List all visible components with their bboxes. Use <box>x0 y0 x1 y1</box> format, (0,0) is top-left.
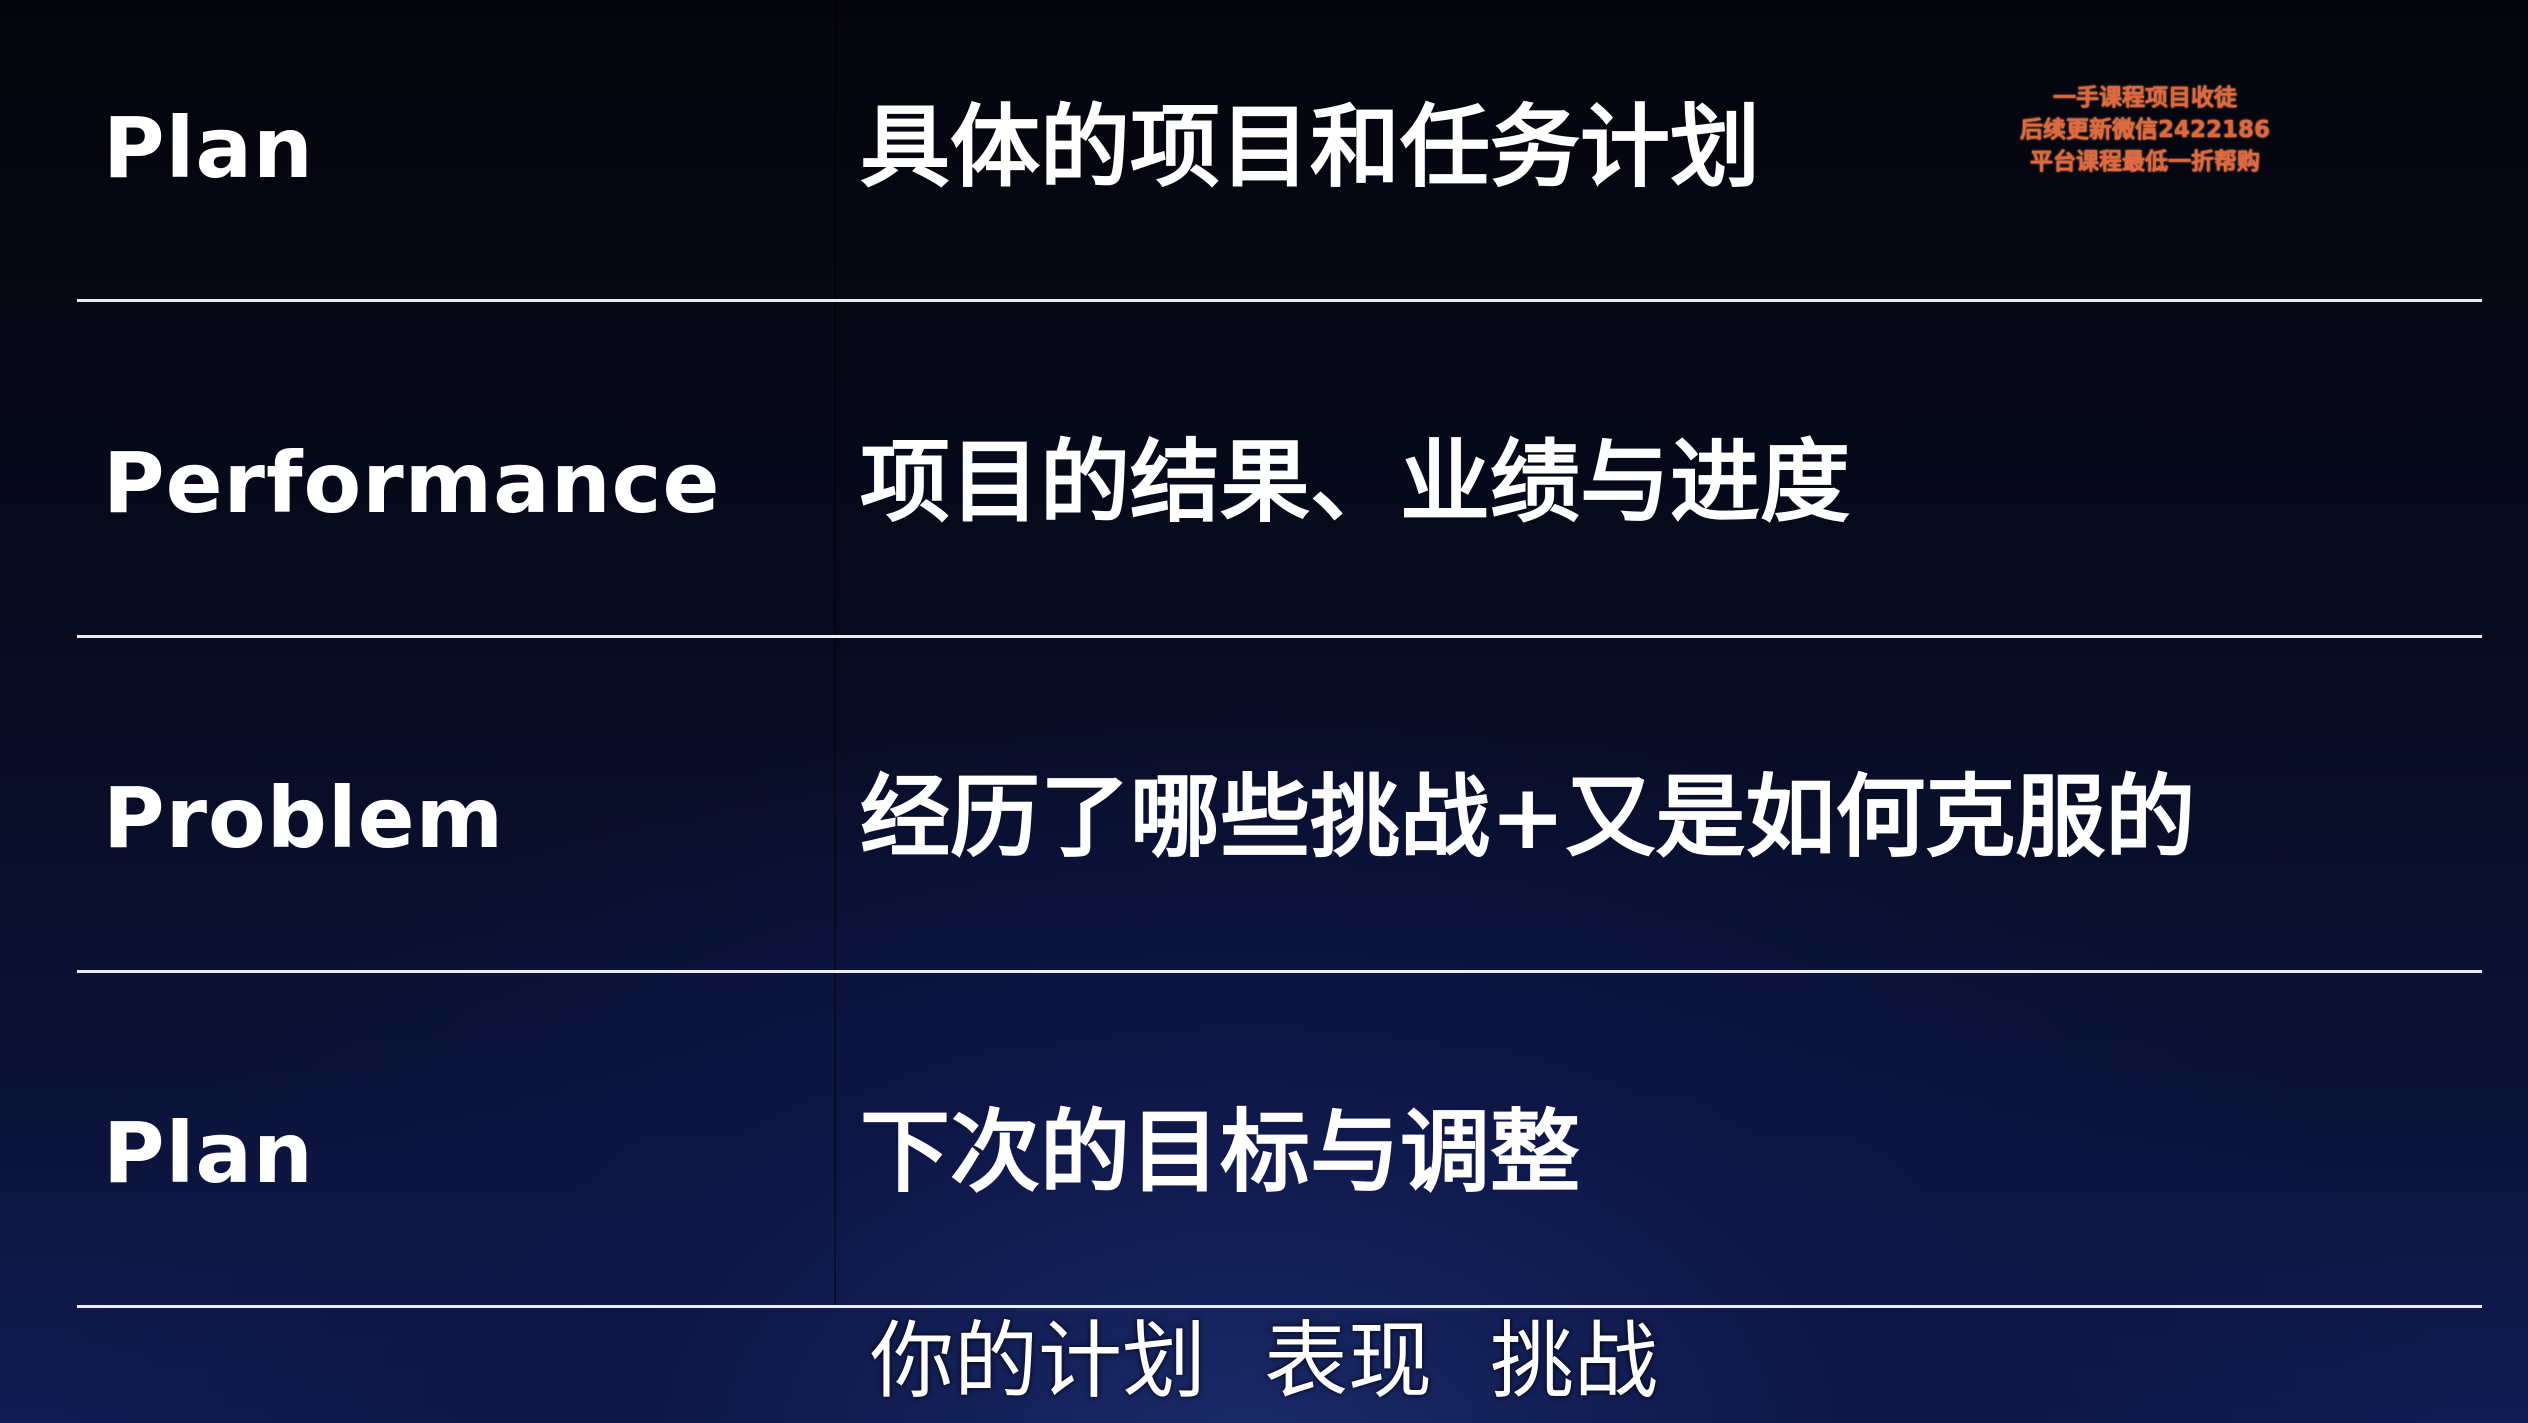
table-row: Performance 项目的结果、业绩与进度 <box>0 413 2528 553</box>
subtitle-part: 表现 <box>1263 1312 1432 1410</box>
row-term: Plan <box>103 1104 314 1202</box>
watermark-line: 平台课程最低一折帮购 <box>2030 149 2260 175</box>
row-description: 经历了哪些挑战+又是如何克服的 <box>860 765 2196 870</box>
table-row: Problem 经历了哪些挑战+又是如何克服的 <box>0 748 2528 888</box>
video-subtitle: 你的计划 表现 挑战 <box>0 1306 2528 1423</box>
row-description: 下次的目标与调整 <box>860 1100 1580 1205</box>
subtitle-part: 挑战 <box>1490 1312 1659 1410</box>
watermark-line: 一手课程项目收徒 <box>2053 85 2237 111</box>
row-description: 项目的结果、业绩与进度 <box>860 430 1850 535</box>
subtitle-part: 你的计划 <box>869 1312 1206 1410</box>
table-row: Plan 下次的目标与调整 <box>0 1083 2528 1223</box>
row-term: Problem <box>103 769 505 867</box>
row-description: 具体的项目和任务计划 <box>860 95 1760 200</box>
row-term: Performance <box>103 434 721 532</box>
watermark-line: 后续更新微信2422186 <box>2019 117 2271 143</box>
watermark: 一手课程项目收徒 后续更新微信2422186 平台课程最低一折帮购 <box>1995 82 2295 178</box>
row-divider <box>77 299 2482 302</box>
row-term: Plan <box>103 99 314 197</box>
row-divider <box>77 970 2482 973</box>
slide: Plan 具体的项目和任务计划 Performance 项目的结果、业绩与进度 … <box>0 0 2528 1423</box>
row-divider <box>77 635 2482 638</box>
